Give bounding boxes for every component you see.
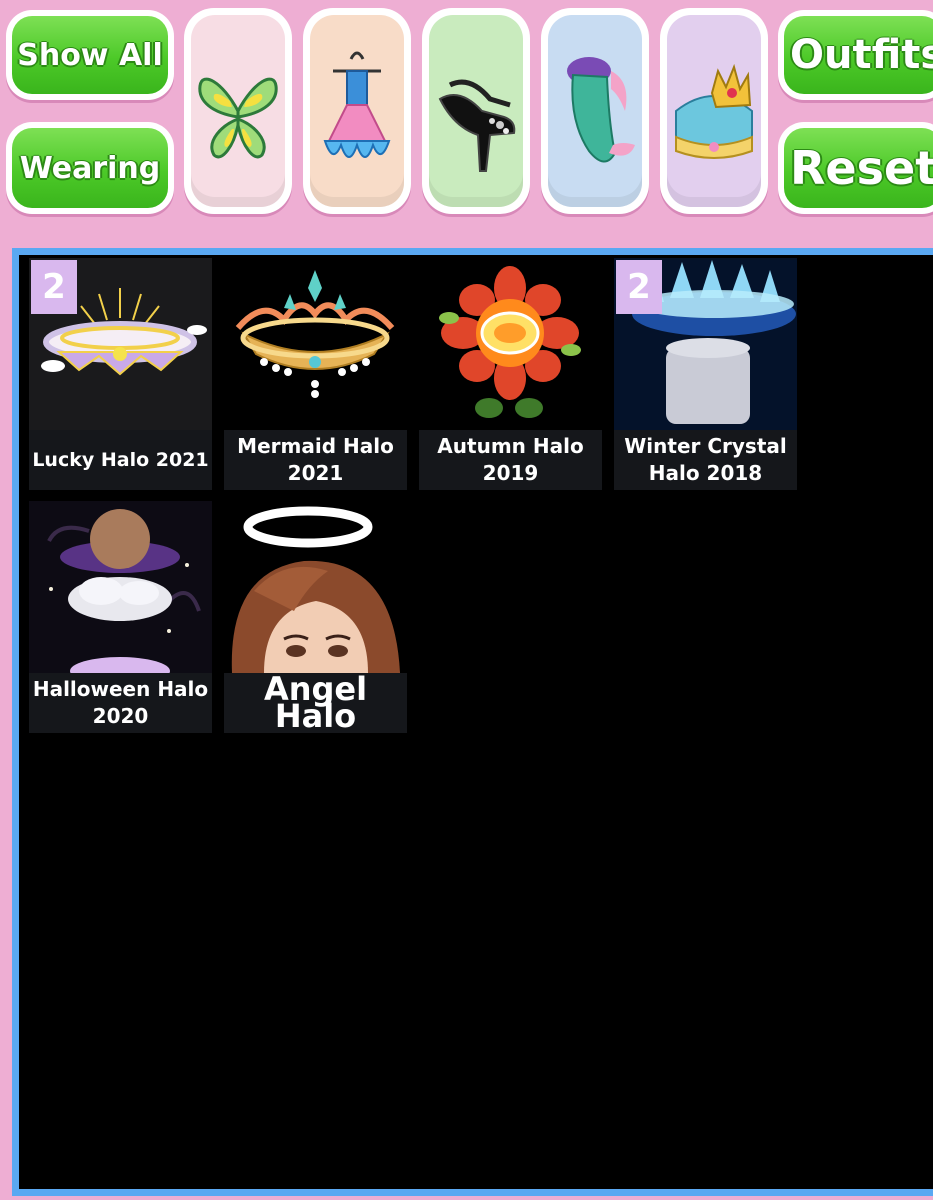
item-thumbnail: 2 [29,258,212,430]
inventory-item-halloween-halo-2020[interactable]: Halloween Halo 2020 [29,501,212,733]
item-name: Winter Crystal Halo 2018 [614,430,797,490]
category-shoes-button[interactable] [422,8,530,214]
item-name: Angel Halo [224,673,407,733]
inventory-item-lucky-halo-2021[interactable]: 2 Lucky Halo 2021 [29,258,212,490]
wearing-label: Wearing [12,128,168,208]
category-toolbar: Show All Wearing Outfits Reset [0,0,933,240]
category-accessories-button[interactable] [660,8,768,214]
inventory-item-autumn-halo-2019[interactable]: Autumn Halo 2019 [419,258,602,490]
high-heels-icon [438,79,516,172]
inventory-item-angel-halo[interactable]: Angel Halo [224,501,407,733]
item-thumbnail [224,258,407,430]
autumn-halo-icon [439,266,581,418]
crown-icon [675,63,753,159]
item-thumbnail [224,501,407,673]
item-name: Autumn Halo 2019 [419,430,602,490]
dress-icon [323,51,391,158]
show-all-label: Show All [12,16,168,94]
halloween-halo-icon [47,509,201,673]
item-thumbnail [29,501,212,673]
item-name: Mermaid Halo 2021 [224,430,407,490]
angel-halo-icon [231,506,400,673]
inventory-panel: 2 Lucky Halo 2021 Mermaid Halo 2021 Autu… [12,248,933,1196]
category-wings-button[interactable] [184,8,292,214]
wings-icon [198,77,278,159]
reset-label: Reset [784,128,933,208]
outfits-label: Outfits [784,16,933,94]
item-name: Halloween Halo 2020 [29,673,212,733]
inventory-item-winter-crystal-halo-2018[interactable]: 2 Winter Crystal Halo 2018 [614,258,797,490]
item-name: Lucky Halo 2021 [29,430,212,490]
inventory-item-mermaid-halo-2021[interactable]: Mermaid Halo 2021 [224,258,407,490]
item-count-badge: 2 [31,260,77,314]
reset-button[interactable]: Reset [778,122,933,214]
wearing-button[interactable]: Wearing [6,122,174,214]
item-thumbnail: 2 [614,258,797,430]
mermaid-tail-icon [567,57,635,163]
outfits-button[interactable]: Outfits [778,10,933,100]
show-all-button[interactable]: Show All [6,10,174,100]
item-thumbnail [419,258,602,430]
item-count-badge: 2 [616,260,662,314]
category-dress-button[interactable] [303,8,411,214]
category-tails-button[interactable] [541,8,649,214]
mermaid-halo-icon [235,270,395,398]
